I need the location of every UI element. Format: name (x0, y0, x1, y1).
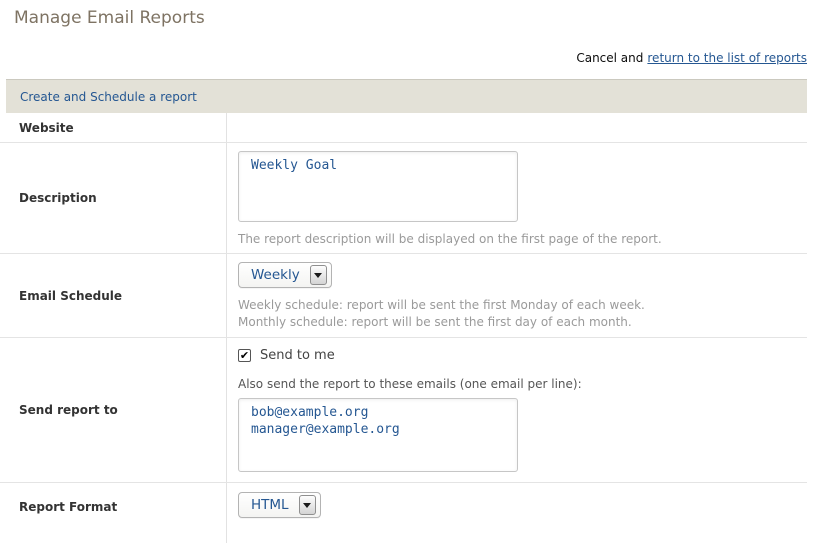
send-report-to-label: Send report to (0, 338, 227, 482)
report-format-label: Report Format (0, 483, 227, 543)
table-row-website: Website (0, 113, 807, 143)
report-form: Website Description Weekly Goal The repo… (0, 113, 807, 543)
table-row-report-format: Report Format HTML (0, 483, 807, 543)
schedule-help-line-weekly: Weekly schedule: report will be sent the… (238, 298, 645, 312)
email-schedule-cell: Weekly Weekly schedule: report will be s… (227, 254, 807, 337)
email-schedule-help-text: Weekly schedule: report will be sent the… (238, 297, 807, 331)
description-help-text: The report description will be displayed… (238, 232, 662, 246)
table-row-send-report-to: Send report to ✔ Send to me Also send th… (0, 338, 807, 483)
return-to-reports-link[interactable]: return to the list of reports (647, 51, 807, 65)
website-value-cell (227, 113, 807, 142)
chevron-down-icon (314, 272, 323, 278)
report-format-cell: HTML (227, 483, 807, 543)
dropdown-button (298, 495, 316, 515)
email-schedule-select[interactable]: Weekly (238, 262, 332, 288)
description-textarea[interactable]: Weekly Goal (238, 151, 518, 222)
page-title: Manage Email Reports (14, 8, 205, 28)
dropdown-button (309, 265, 327, 285)
description-cell: Weekly Goal The report description will … (227, 143, 807, 253)
send-report-to-cell: ✔ Send to me Also send the report to the… (227, 338, 807, 482)
report-format-select[interactable]: HTML (238, 492, 321, 518)
report-format-selected-value: HTML (251, 497, 289, 513)
send-to-me-label: Send to me (260, 348, 335, 363)
checkmark-icon: ✔ (239, 348, 250, 362)
chevron-down-icon (303, 502, 312, 508)
additional-emails-textarea[interactable]: bob@example.org manager@example.org (238, 398, 518, 472)
cancel-text: Cancel and (576, 51, 644, 65)
description-label: Description (0, 143, 227, 253)
table-row-email-schedule: Email Schedule Weekly Weekly schedule: r… (0, 254, 807, 338)
table-row-description: Description Weekly Goal The report descr… (0, 143, 807, 254)
cancel-row: Cancel and return to the list of reports (576, 51, 807, 65)
email-schedule-label: Email Schedule (0, 254, 227, 337)
email-schedule-selected-value: Weekly (251, 267, 300, 283)
panel-header-title: Create and Schedule a report (20, 89, 197, 104)
send-to-me-checkbox[interactable]: ✔ (238, 349, 251, 362)
panel-header: Create and Schedule a report (6, 79, 807, 113)
additional-emails-label: Also send the report to these emails (on… (238, 377, 582, 391)
send-to-me-option[interactable]: ✔ Send to me (238, 348, 335, 363)
website-label: Website (0, 113, 227, 142)
schedule-help-line-monthly: Monthly schedule: report will be sent th… (238, 315, 632, 329)
